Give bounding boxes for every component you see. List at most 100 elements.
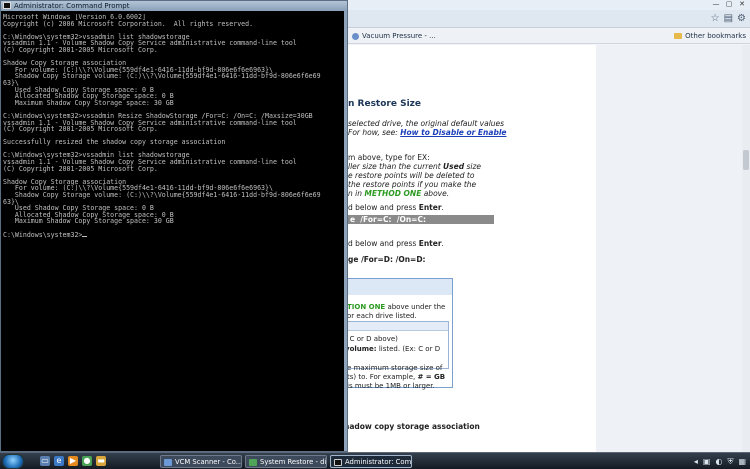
method-one-label: METHOD ONE — [364, 189, 422, 198]
media-icon[interactable]: ▶ — [68, 456, 78, 466]
console-line: Shadow Copy Storage volume: (C:)\\?\Volu… — [3, 72, 321, 81]
scrollbar-thumb[interactable] — [743, 150, 749, 170]
note-line: e maximum storage size of — [347, 364, 443, 372]
paragraph-line: For how, see: How to Disable or Enable — [348, 128, 506, 137]
cmd-titlebar[interactable]: Administrator: Command Prompt — [1, 1, 347, 11]
web-page-content: n Restore Size selected drive, the origi… — [340, 45, 596, 452]
wrench-icon[interactable]: ⚙ — [737, 13, 746, 25]
footer-text: hadow copy storage association — [344, 422, 480, 431]
taskbar-button-label: Administrator: Com... — [345, 458, 412, 466]
command-example-bar: e /For=C: /On=C: — [348, 215, 494, 224]
minimize-button[interactable]: — — [710, 0, 722, 9]
text-span: d below and press — [348, 239, 419, 248]
language-icon[interactable]: ▦ — [738, 457, 746, 466]
text-span: n in — [348, 189, 365, 198]
console-line: (C) Copyright 2001-2005 Microsoft Corp. — [3, 125, 158, 134]
paragraph-line: m above, type for EX: — [348, 153, 430, 162]
text-span: above. — [421, 189, 450, 198]
quick-launch: ▭ e ▶ ● ▬ — [40, 456, 106, 466]
paragraph-line: selected drive, the original default val… — [348, 119, 505, 128]
start-button[interactable] — [2, 454, 24, 469]
note-header — [343, 279, 452, 295]
cmd-scrollbar[interactable] — [344, 11, 347, 451]
taskbar-button-vcm[interactable]: VCM Scanner - Co... — [160, 455, 242, 468]
volume-icon[interactable]: ◐ — [715, 457, 722, 466]
text-span: listed. (Ex: C or D — [376, 345, 441, 353]
paragraph-line: n in METHOD ONE above. — [348, 189, 449, 198]
window-controls: — ▢ ✕ — [710, 0, 748, 10]
note-line: volume: listed. (Ex: C or D — [345, 345, 440, 353]
note-line: TION ONE above under the — [347, 303, 445, 311]
close-button[interactable]: ✕ — [736, 0, 748, 9]
page-scrollbar[interactable] — [742, 45, 750, 452]
text-span: size — [464, 162, 481, 171]
text-span: ller size than the current — [348, 162, 444, 171]
bookmarks-bar: Vacuum Pressure - ... Other bookmarks — [340, 29, 750, 44]
page-margin — [596, 45, 750, 452]
used-label: Used — [443, 162, 465, 171]
page-icon[interactable]: ▤ — [724, 13, 733, 25]
ie-icon[interactable]: e — [54, 456, 64, 466]
system-tray: ◂ ▣ ◐ ⛨ ▦ — [694, 457, 746, 466]
maximize-button[interactable]: ▢ — [723, 0, 735, 9]
network-icon[interactable]: ▣ — [703, 457, 711, 466]
taskbar-button-system-restore[interactable]: System Restore - dis... — [245, 455, 327, 468]
favicon-icon — [352, 32, 359, 40]
enter-key-label: Enter — [418, 239, 442, 248]
taskbar: ▭ e ▶ ● ▬ VCM Scanner - Co... System Res… — [0, 452, 750, 469]
page-heading: n Restore Size — [348, 99, 422, 109]
paragraph-line: d below and press Enter. — [348, 239, 444, 248]
method-label: TION ONE — [347, 303, 386, 311]
bookmark-item[interactable]: Vacuum Pressure - ... — [352, 32, 436, 40]
star-icon[interactable]: ☆ — [711, 13, 720, 25]
console-line: (C) Copyright 2001-2005 Microsoft Corp. — [3, 164, 158, 173]
console-output[interactable]: Microsoft Windows [Version 6.0.6002] Copy… — [3, 14, 341, 450]
paragraph-line: e restore points will be deleted to — [348, 171, 475, 180]
note-line: is must be 1MB or larger. — [347, 382, 435, 390]
other-bookmarks-label: Other bookmarks — [685, 32, 746, 40]
enter-key-label: Enter — [418, 203, 442, 212]
gb-label: # = GB — [417, 373, 446, 381]
browser-titlebar: — ▢ ✕ — [340, 0, 750, 10]
console-line: Maximum Shadow Copy Storage space: 30 GB — [3, 98, 174, 107]
other-bookmarks[interactable]: Other bookmarks — [674, 32, 746, 40]
command-example-text: ge /For=D: /On=D: — [348, 255, 426, 264]
command-prompt-window[interactable]: Administrator: Command Prompt Microsoft … — [0, 0, 348, 452]
paragraph-line: the restore points if you make the — [348, 180, 477, 189]
taskbar-button-cmd[interactable]: Administrator: Com... — [330, 455, 412, 468]
browser-window: — ▢ ✕ ☆ ▤ ⚙ Vacuum Pressure - ... Other … — [340, 0, 750, 452]
console-icon — [334, 459, 342, 466]
paragraph-line: d below and press Enter. — [348, 203, 444, 212]
paragraph-line: ller size than the current Used size — [348, 162, 481, 171]
text-span: above under the — [385, 303, 446, 311]
chrome-icon[interactable]: ● — [82, 456, 92, 466]
note-inner-table: : C or D above) volume: listed. (Ex: C o… — [343, 321, 449, 369]
console-line: Successfully resized the shadow copy sto… — [3, 138, 226, 147]
text-cursor — [82, 235, 88, 237]
console-line: Shadow Copy Storage volume: (C:)\\?\Volu… — [3, 191, 321, 200]
taskbar-button-label: VCM Scanner - Co... — [175, 458, 242, 466]
note-line: or each drive listed. — [347, 312, 417, 320]
text-span: For how, see: — [348, 128, 401, 137]
show-desktop-icon[interactable]: ▭ — [40, 456, 50, 466]
console-line: C:\Windows\system32> — [3, 231, 341, 239]
note-line: ts) to. For example, # = GB — [347, 373, 445, 381]
taskbar-button-label: System Restore - dis... — [260, 458, 327, 466]
console-line: (C) Copyright 2001-2005 Microsoft Corp. — [3, 45, 158, 54]
cmd-title-text: Administrator: Command Prompt — [14, 2, 130, 10]
volume-label: volume: — [345, 345, 377, 353]
bookmark-label: Vacuum Pressure - ... — [362, 32, 436, 40]
browser-toolbar: ☆ ▤ ⚙ — [340, 10, 750, 28]
note-line: : C or D above) — [345, 335, 398, 343]
text-span: d below and press — [348, 203, 419, 212]
arrow-icon[interactable]: ◂ — [694, 457, 698, 466]
app-icon — [164, 459, 172, 466]
console-line: Copyright (c) 2006 Microsoft Corporation… — [3, 19, 254, 28]
how-to-link[interactable]: How to Disable or Enable — [400, 128, 506, 137]
console-icon — [3, 2, 11, 9]
security-icon[interactable]: ⛨ — [727, 457, 733, 466]
chrome-icon — [249, 459, 257, 466]
table-header — [343, 322, 448, 331]
text-span: ts) to. For example, — [347, 373, 418, 381]
folder-icon[interactable]: ▬ — [96, 456, 106, 466]
